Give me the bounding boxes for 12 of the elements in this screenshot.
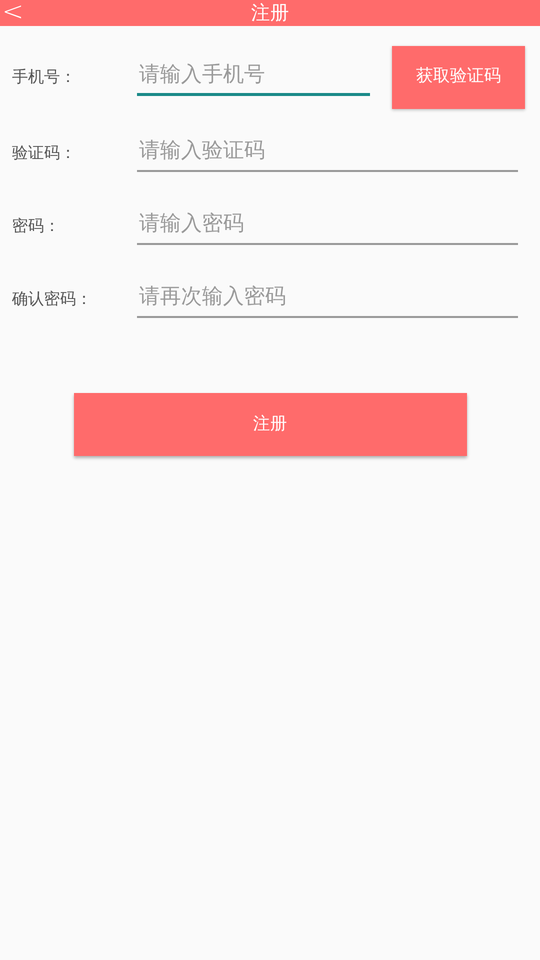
back-button[interactable]: < [2, 0, 24, 27]
input-field[interactable]: 请输入密码 [137, 206, 518, 244]
register-button[interactable]: 注册 [74, 393, 466, 456]
field-label: 密码： [12, 214, 61, 236]
input-field[interactable]: 请输入验证码 [137, 134, 518, 172]
get-code-button[interactable]: 获取验证码 [392, 46, 525, 108]
input-field[interactable]: 请输入手机号 [137, 58, 370, 96]
page-title: 注册 [251, 2, 289, 24]
field-label: 验证码： [12, 142, 77, 164]
field-label: 手机号： [12, 66, 77, 88]
input-field[interactable]: 请再次输入密码 [137, 280, 518, 318]
field-label: 确认密码： [12, 288, 93, 310]
